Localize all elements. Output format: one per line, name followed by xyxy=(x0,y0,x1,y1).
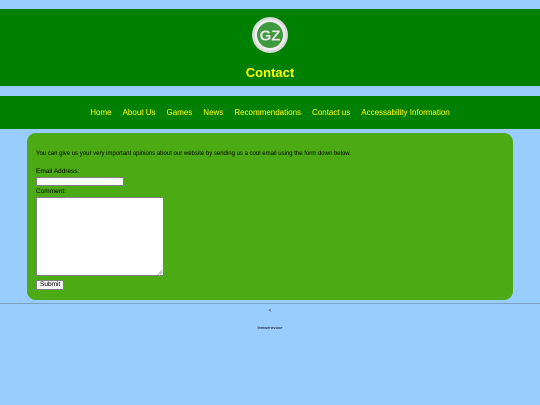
logo-lettering: GZ xyxy=(260,28,281,45)
nav-recommendations[interactable]: Recommendations xyxy=(234,108,301,117)
nav-contact-us[interactable]: Contact us xyxy=(312,108,350,117)
gz-logo-icon: GZ xyxy=(252,17,288,53)
nav-about-us[interactable]: About Us xyxy=(123,108,156,117)
comment-label: Comment: xyxy=(36,188,66,195)
resize-grip-icon[interactable] xyxy=(157,269,163,275)
nav-home[interactable]: Home xyxy=(90,108,111,117)
nav-accessibility-information[interactable]: Accessability Information xyxy=(361,108,449,117)
main-nav: Home About Us Games News Recommendations… xyxy=(0,96,540,129)
back-link[interactable]: < xyxy=(0,308,540,314)
page-title: Contact xyxy=(245,65,295,80)
email-input[interactable] xyxy=(36,177,124,186)
submit-button[interactable]: Submit xyxy=(36,280,65,290)
form-intro-text: You can give us your very important opin… xyxy=(36,151,351,157)
comment-textarea[interactable] xyxy=(36,197,164,276)
footer-divider xyxy=(0,303,540,304)
contact-form-panel: You can give us your very important opin… xyxy=(27,133,513,300)
email-label: Email Address: xyxy=(36,168,80,175)
nav-news[interactable]: News xyxy=(203,108,223,117)
site-header: GZ Contact xyxy=(0,9,540,86)
footer-site-name: thetwehezone xyxy=(257,325,283,330)
nav-games[interactable]: Games xyxy=(167,108,193,117)
